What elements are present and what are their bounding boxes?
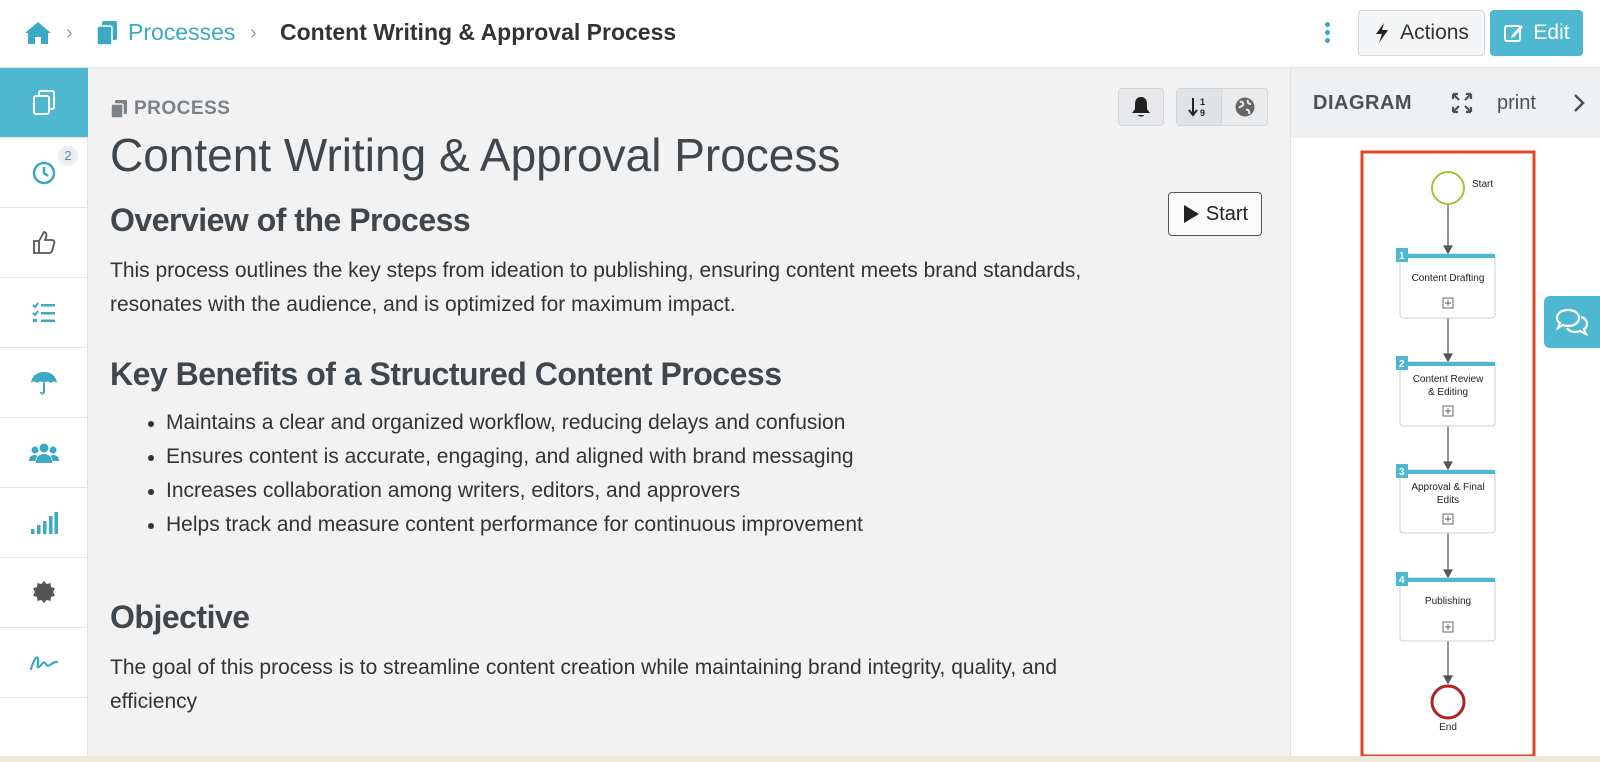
edit-label: Edit bbox=[1533, 21, 1570, 44]
globe-icon bbox=[1235, 97, 1254, 117]
sort-numeric-icon: 1 9 bbox=[1188, 97, 1205, 118]
copy-icon bbox=[96, 21, 117, 46]
chat-button[interactable] bbox=[1544, 296, 1600, 348]
expand-icon[interactable] bbox=[1451, 92, 1473, 114]
edit-icon bbox=[1504, 25, 1524, 42]
step-label: Publishing bbox=[1425, 596, 1471, 607]
chevron-right-icon[interactable] bbox=[1571, 92, 1587, 114]
signal-bars-icon bbox=[31, 511, 58, 534]
bell-icon bbox=[1132, 97, 1150, 117]
sidebar-item-history[interactable]: 2 bbox=[0, 138, 88, 208]
step-number: 2 bbox=[1399, 359, 1405, 370]
sidebar-item-certification[interactable] bbox=[0, 558, 88, 628]
top-bar: › Processes › Content Writing & Approval… bbox=[0, 0, 1600, 68]
diagram-step-2[interactable]: 2 Content Review & Editing bbox=[1396, 356, 1496, 427]
sort-numbered-button[interactable]: 1 9 bbox=[1177, 89, 1223, 125]
overview-heading: Overview of the Process bbox=[110, 202, 471, 238]
list-item: Increases collaboration among writers, e… bbox=[148, 474, 863, 508]
play-icon bbox=[1183, 205, 1199, 223]
sidebar-item-risks[interactable] bbox=[0, 348, 88, 418]
overview-text: This process outlines the key steps from… bbox=[110, 259, 1082, 316]
umbrella-icon bbox=[31, 371, 57, 394]
copy-icon bbox=[33, 89, 55, 115]
diagram-step-3[interactable]: 3 Approval & Final Edits bbox=[1396, 464, 1496, 534]
start-label: Start bbox=[1205, 202, 1249, 225]
main-content: PROCESS 1 9 Content Writing & Approval P… bbox=[88, 68, 1290, 762]
end-event[interactable] bbox=[1430, 684, 1466, 720]
sidebar-item-signoff[interactable] bbox=[0, 628, 88, 698]
objective-heading: Objective bbox=[110, 599, 250, 635]
page-title: Content Writing & Approval Process bbox=[110, 129, 841, 181]
svg-text:1: 1 bbox=[1200, 97, 1205, 107]
step-number: 4 bbox=[1399, 575, 1405, 586]
end-event-label: End bbox=[1439, 722, 1457, 733]
process-diagram[interactable]: Start 1 Content Drafting 2 Content Revie… bbox=[1360, 150, 1540, 758]
left-sidebar: 2 bbox=[0, 68, 88, 762]
objective-text: The goal of this process is to streamlin… bbox=[110, 656, 1058, 713]
lightning-icon bbox=[1376, 23, 1389, 43]
print-link[interactable]: print bbox=[1497, 92, 1536, 115]
thumbs-up-icon bbox=[33, 230, 56, 254]
step-label: Content Review bbox=[1413, 374, 1484, 385]
window-bottom-edge bbox=[0, 756, 1600, 762]
gear-badge-icon bbox=[33, 580, 55, 603]
benefits-list: Maintains a clear and organized workflow… bbox=[148, 406, 863, 542]
more-options-icon[interactable] bbox=[1320, 20, 1334, 48]
notifications-button[interactable] bbox=[1118, 88, 1164, 126]
breadcrumb-current: Content Writing & Approval Process bbox=[280, 19, 677, 45]
users-icon bbox=[29, 443, 59, 463]
history-count-badge: 2 bbox=[58, 146, 78, 166]
diagram-title: DIAGRAM bbox=[1313, 92, 1413, 114]
sidebar-item-approvals[interactable] bbox=[0, 208, 88, 278]
chat-bubbles-icon bbox=[1555, 308, 1589, 336]
start-event-label: Start bbox=[1472, 179, 1493, 190]
sidebar-item-team[interactable] bbox=[0, 418, 88, 488]
benefits-heading: Key Benefits of a Structured Content Pro… bbox=[110, 356, 782, 392]
copy-icon bbox=[110, 100, 127, 119]
section-label: PROCESS bbox=[110, 98, 230, 120]
home-icon[interactable] bbox=[24, 20, 52, 46]
list-item: Ensures content is accurate, engaging, a… bbox=[148, 440, 863, 474]
step-label: Approval & Final bbox=[1411, 482, 1484, 493]
sidebar-item-metrics[interactable] bbox=[0, 488, 88, 558]
start-event[interactable] bbox=[1431, 171, 1465, 205]
list-item: Helps track and measure content performa… bbox=[148, 508, 863, 542]
list-item: Maintains a clear and organized workflow… bbox=[148, 406, 863, 440]
diagram-step-1[interactable]: 1 Content Drafting bbox=[1396, 248, 1496, 319]
step-label: Edits bbox=[1437, 495, 1459, 506]
checklist-icon bbox=[32, 301, 55, 322]
svg-text:9: 9 bbox=[1200, 108, 1205, 118]
actions-button[interactable]: Actions bbox=[1358, 10, 1485, 56]
sidebar-item-process[interactable] bbox=[0, 68, 88, 138]
actions-label: Actions bbox=[1400, 21, 1469, 44]
edit-button[interactable]: Edit bbox=[1490, 10, 1583, 56]
breadcrumb-separator: › bbox=[250, 22, 257, 44]
step-label: Content Drafting bbox=[1412, 273, 1485, 284]
language-button[interactable] bbox=[1222, 89, 1267, 125]
diagram-panel-header: DIAGRAM print bbox=[1291, 68, 1600, 138]
step-label: & Editing bbox=[1428, 387, 1468, 398]
start-button[interactable]: Start bbox=[1168, 192, 1262, 236]
sidebar-item-tasks[interactable] bbox=[0, 278, 88, 348]
signature-icon bbox=[29, 655, 59, 670]
diagram-step-4[interactable]: 4 Publishing bbox=[1396, 572, 1496, 642]
step-number: 1 bbox=[1399, 251, 1405, 262]
step-number: 3 bbox=[1399, 467, 1405, 478]
breadcrumb-separator: › bbox=[66, 22, 73, 44]
breadcrumb-processes-link[interactable]: Processes bbox=[128, 19, 235, 46]
section-label-text: PROCESS bbox=[134, 98, 231, 119]
clock-icon bbox=[32, 161, 56, 184]
view-toggle-group: 1 9 bbox=[1176, 88, 1268, 126]
